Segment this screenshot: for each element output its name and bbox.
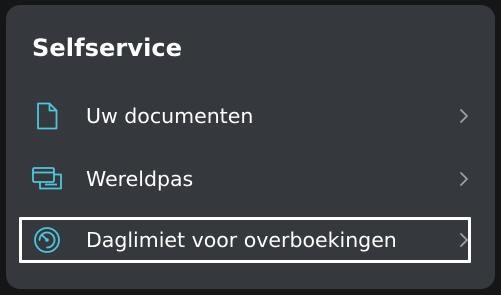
document-icon bbox=[31, 100, 63, 132]
menu-item-documents[interactable]: Uw documenten bbox=[19, 93, 471, 139]
speedometer-icon bbox=[31, 224, 63, 256]
menu-item-label: Wereldpas bbox=[86, 167, 194, 191]
cards-icon bbox=[31, 163, 63, 195]
chevron-right-icon bbox=[457, 106, 471, 126]
selfservice-card: Selfservice Uw documenten Wereldpas Dagl… bbox=[6, 5, 495, 289]
section-title: Selfservice bbox=[32, 34, 183, 62]
chevron-right-icon bbox=[457, 169, 471, 189]
menu-item-label: Uw documenten bbox=[86, 104, 254, 128]
menu-item-wereldpas[interactable]: Wereldpas bbox=[19, 156, 471, 202]
menu-item-daily-limit[interactable]: Daglimiet voor overboekingen bbox=[19, 217, 471, 263]
chevron-right-icon bbox=[457, 230, 471, 250]
menu-item-label: Daglimiet voor overboekingen bbox=[86, 228, 397, 252]
